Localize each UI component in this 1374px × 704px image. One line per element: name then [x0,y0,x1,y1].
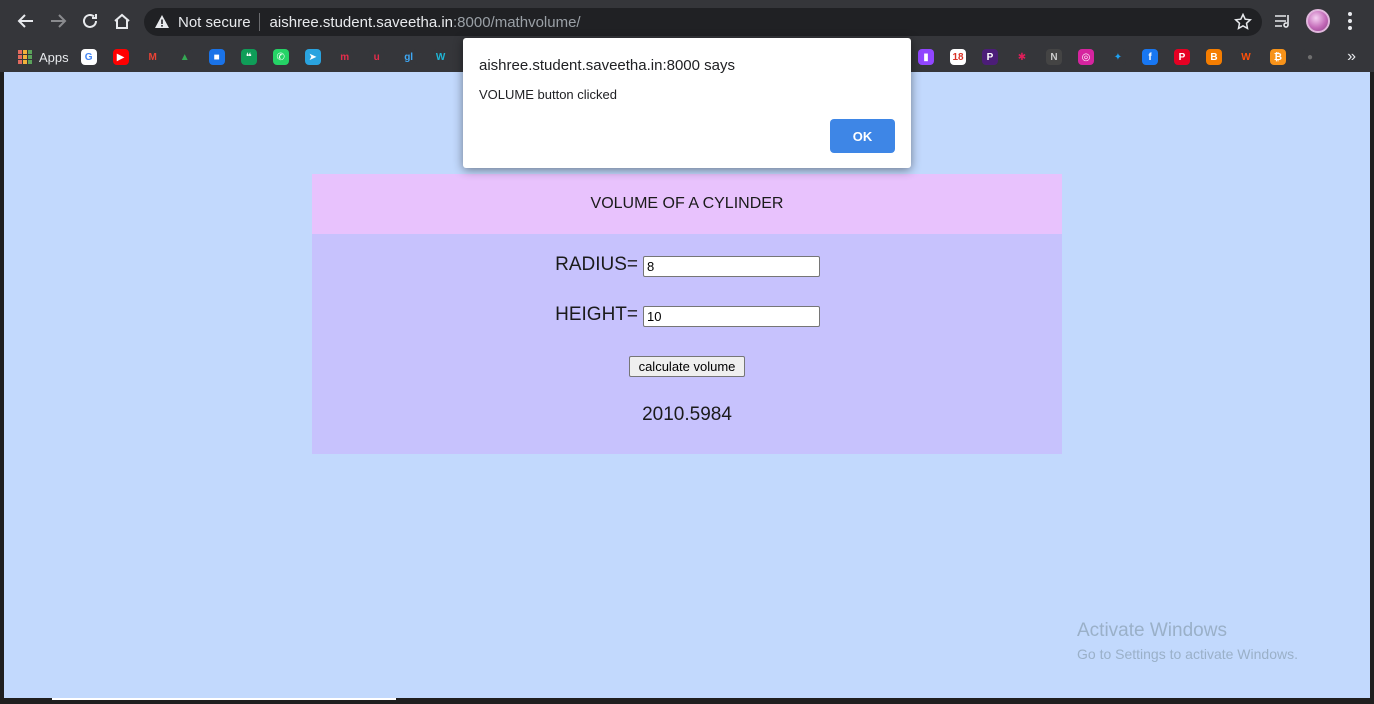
radius-field-row: RADIUS= [312,254,1062,278]
facebook-icon[interactable]: f [1142,49,1158,65]
twitch-icon[interactable]: ▮ [918,49,934,65]
toolbar-right [1270,8,1360,34]
more-menu-icon[interactable] [1340,8,1360,34]
u-app-icon[interactable]: u [368,49,385,65]
dialog-message: VOLUME button clicked [479,87,618,102]
reload-icon [83,13,97,28]
calculate-volume-button[interactable]: calculate volume [629,356,745,377]
google-icon[interactable]: G [80,49,97,65]
forward-button[interactable] [42,5,74,37]
notion-icon[interactable]: N [1046,49,1062,65]
blogger-icon[interactable]: B [1206,49,1222,65]
bookmark-star-icon[interactable] [1234,13,1252,31]
twitter-icon[interactable]: ✦ [1110,49,1126,65]
radius-input[interactable] [643,256,820,277]
bookmark-icons-left: G ▶ M ▲ ■ ❝ ✆ ➤ m u gl W [80,49,465,65]
home-icon [114,13,130,29]
whatsapp-icon[interactable]: ✆ [272,49,289,65]
home-button[interactable] [106,5,138,37]
wattpad-icon[interactable]: W [1238,49,1254,65]
reading-list-icon[interactable] [1270,8,1296,34]
bookmarks-overflow-button[interactable]: » [1347,48,1356,66]
url-path: :8000/mathvolume/ [453,13,581,31]
taskbar-edge [0,698,1374,704]
height-field-row: HEIGHT= [312,304,1062,328]
page-title: VOLUME OF A CYLINDER [312,174,1062,234]
pinterest-icon[interactable]: P [1174,49,1190,65]
dialog-title: aishree.student.saveetha.in:8000 says [479,57,736,74]
arrow-left-icon [17,14,33,28]
slack-icon[interactable]: ✱ [1014,49,1030,65]
omnibox-separator [258,13,260,31]
m-app-icon[interactable]: m [336,49,353,65]
profile-avatar[interactable] [1306,9,1330,33]
hangouts-icon[interactable]: ❝ [240,49,257,65]
calendar-icon[interactable]: 18 [950,49,966,65]
alert-dialog: aishree.student.saveetha.in:8000 says VO… [463,38,911,168]
warning-icon [155,15,169,28]
height-label: HEIGHT= [555,304,638,325]
height-input[interactable] [643,306,820,327]
gl-app-icon[interactable]: gl [400,49,417,65]
github-icon[interactable]: ● [1302,49,1318,65]
reload-button[interactable] [74,5,106,37]
w-app-icon[interactable]: W [432,49,449,65]
url-host: aishree.student.saveetha.in [269,13,454,31]
instagram-icon[interactable]: ◎ [1078,49,1094,65]
watermark-subtitle: Go to Settings to activate Windows. [1077,646,1298,662]
volume-result: 2010.5984 [642,404,732,425]
arrow-right-icon [51,14,67,28]
p-app-icon[interactable]: P [982,49,998,65]
dialog-ok-button[interactable]: OK [830,119,895,153]
activate-windows-watermark: Activate Windows Go to Settings to activ… [1077,620,1298,662]
watermark-title: Activate Windows [1077,620,1227,641]
apps-label: Apps [39,49,69,65]
apps-grid-icon [18,50,32,64]
not-secure-label[interactable]: Not secure [178,14,251,31]
bookmark-icons-right: ▮ 18 P ✱ N ◎ ✦ f P B W ₿ ● [918,49,1334,65]
back-button[interactable] [10,5,42,37]
google-meet-icon[interactable]: ■ [208,49,225,65]
bitcoin-icon[interactable]: ₿ [1270,49,1286,65]
google-drive-icon[interactable]: ▲ [176,49,193,65]
apps-shortcut[interactable]: Apps [18,50,69,65]
cylinder-calculator-card: VOLUME OF A CYLINDER RADIUS= HEIGHT= cal… [312,174,1062,454]
radius-label: RADIUS= [555,254,638,275]
address-bar[interactable]: Not secure aishree.student.saveetha.in :… [144,8,1262,36]
browser-toolbar: Not secure aishree.student.saveetha.in :… [0,0,1374,42]
gmail-icon[interactable]: M [144,49,161,65]
telegram-icon[interactable]: ➤ [304,49,321,65]
youtube-icon[interactable]: ▶ [112,49,129,65]
